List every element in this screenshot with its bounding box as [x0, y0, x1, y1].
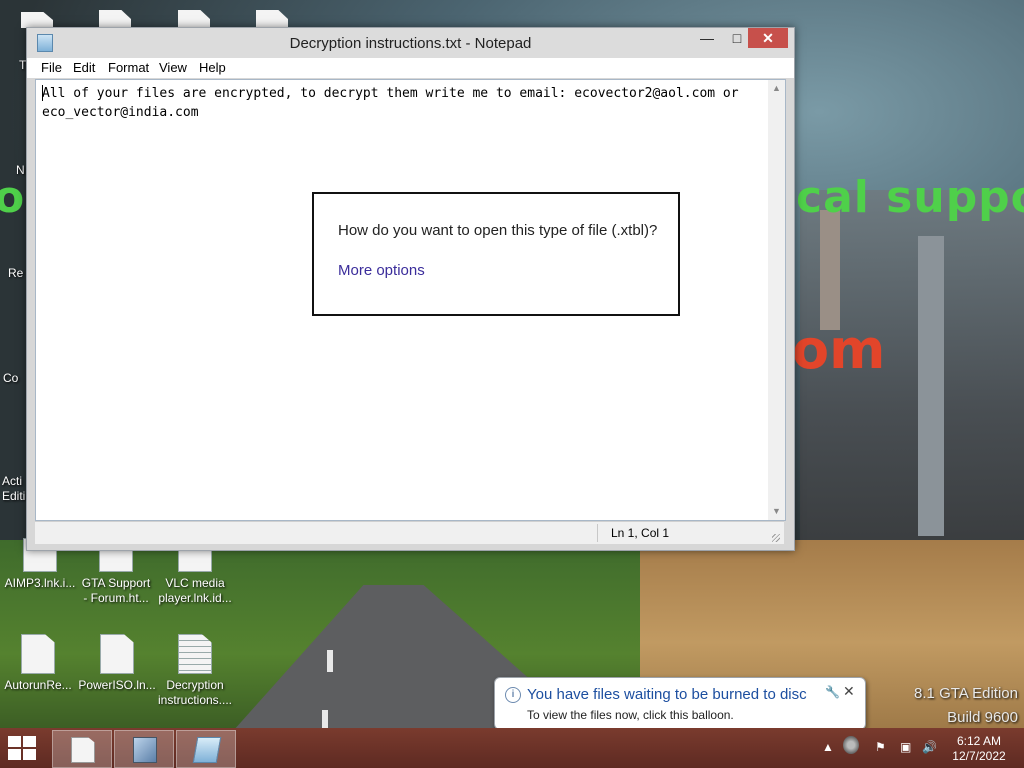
menu-file[interactable]: File: [41, 60, 62, 75]
balloon-close-button[interactable]: ✕: [843, 683, 855, 700]
desktop-icon-label: VLC media player.lnk.id...: [158, 576, 232, 605]
desktop-icon-label: AutorunRe...: [4, 678, 72, 692]
road-marking: [327, 650, 333, 672]
tray-overflow-icon[interactable]: ▲: [822, 740, 834, 754]
open-with-dialog: How do you want to open this type of fil…: [312, 192, 680, 316]
clock-date: 12/7/2022: [952, 749, 1006, 763]
minimize-button[interactable]: —: [692, 28, 722, 48]
volume-icon[interactable]: 🔊: [922, 740, 937, 754]
text-file-icon: [178, 634, 212, 674]
taskbar-file-explorer[interactable]: [52, 730, 112, 768]
control-panel-icon: [133, 737, 157, 763]
vertical-scrollbar[interactable]: ▲ ▼: [768, 80, 785, 520]
desktop-icon-autorun[interactable]: AutorunRe...: [0, 634, 78, 693]
scroll-up-icon[interactable]: ▲: [768, 80, 785, 97]
desktop-icon-label-partial[interactable]: Re: [8, 266, 23, 280]
desktop-icon-label: Decryption instructions....: [157, 678, 233, 707]
cursor-position: Ln 1, Col 1: [611, 526, 670, 540]
edition-watermark: 8.1 GTA Edition: [914, 685, 1018, 702]
wallpaper-tower: [820, 210, 840, 330]
menu-help[interactable]: Help: [199, 60, 226, 75]
wallpaper-banner-right: cal suppo: [796, 172, 1024, 223]
resize-grip-icon[interactable]: [772, 534, 780, 542]
desktop-icon-label-partial[interactable]: Co: [3, 371, 18, 385]
status-divider: [597, 524, 598, 542]
clock-time: 6:12 AM: [956, 734, 1002, 748]
file-icon: [100, 634, 134, 674]
desktop-icon-label-partial[interactable]: Acti: [2, 474, 22, 488]
build-watermark: Build 9600: [947, 709, 1018, 726]
taskbar-notepad[interactable]: [176, 730, 236, 768]
status-bar: Ln 1, Col 1: [35, 521, 784, 544]
more-options-link[interactable]: More options: [338, 262, 425, 279]
file-explorer-icon: [71, 737, 95, 763]
text-caret: [42, 85, 43, 101]
network-icon[interactable]: ▣: [900, 740, 911, 754]
open-with-question: How do you want to open this type of fil…: [338, 222, 658, 239]
balloon-message[interactable]: To view the files now, click this balloo…: [527, 708, 734, 722]
scroll-down-icon[interactable]: ▼: [768, 503, 785, 520]
desktop-icon-label-partial[interactable]: N: [16, 163, 25, 177]
desktop-icon-label: GTA Support - Forum.ht...: [81, 576, 151, 605]
desktop-icon-label-partial[interactable]: Editi: [2, 489, 25, 503]
burn-disc-icon[interactable]: [843, 736, 859, 754]
balloon-title[interactable]: You have files waiting to be burned to d…: [527, 686, 807, 703]
close-button[interactable]: ✕: [748, 28, 788, 48]
taskbar: ▲ ⚑ ▣ 🔊 6:12 AM 12/7/2022: [0, 728, 1024, 768]
wallpaper-tower: [918, 236, 944, 536]
menu-edit[interactable]: Edit: [73, 60, 95, 75]
notification-balloon[interactable]: i You have files waiting to be burned to…: [494, 677, 866, 730]
window-title: Decryption instructions.txt - Notepad: [289, 35, 532, 52]
document-text[interactable]: All of your files are encrypted, to decr…: [42, 84, 762, 122]
wallpaper-banner-red: om: [792, 318, 886, 381]
system-clock[interactable]: 6:12 AM 12/7/2022: [944, 734, 1014, 764]
action-center-flag-icon[interactable]: ⚑: [875, 740, 886, 754]
desktop-icon-decryption-instructions[interactable]: Decryption instructions....: [155, 634, 235, 708]
windows-logo-icon: [8, 736, 21, 747]
settings-icon[interactable]: 🔧: [825, 685, 840, 699]
desktop-icon-poweriso[interactable]: PowerISO.ln...: [77, 634, 157, 693]
info-icon: i: [505, 687, 521, 703]
desktop-icon-label: AIMP3.lnk.i...: [4, 576, 76, 590]
menu-format[interactable]: Format: [108, 60, 149, 75]
menu-view[interactable]: View: [159, 60, 187, 75]
wallpaper-banner-left: o: [0, 172, 26, 223]
title-bar[interactable]: Decryption instructions.txt - Notepad — …: [27, 28, 794, 58]
desktop-icon-label: PowerISO.ln...: [78, 678, 156, 692]
file-icon: [21, 634, 55, 674]
start-button[interactable]: [8, 736, 38, 760]
notepad-icon: [192, 737, 222, 763]
taskbar-control-panel[interactable]: [114, 730, 174, 768]
menu-bar: File Edit Format View Help: [27, 58, 794, 78]
